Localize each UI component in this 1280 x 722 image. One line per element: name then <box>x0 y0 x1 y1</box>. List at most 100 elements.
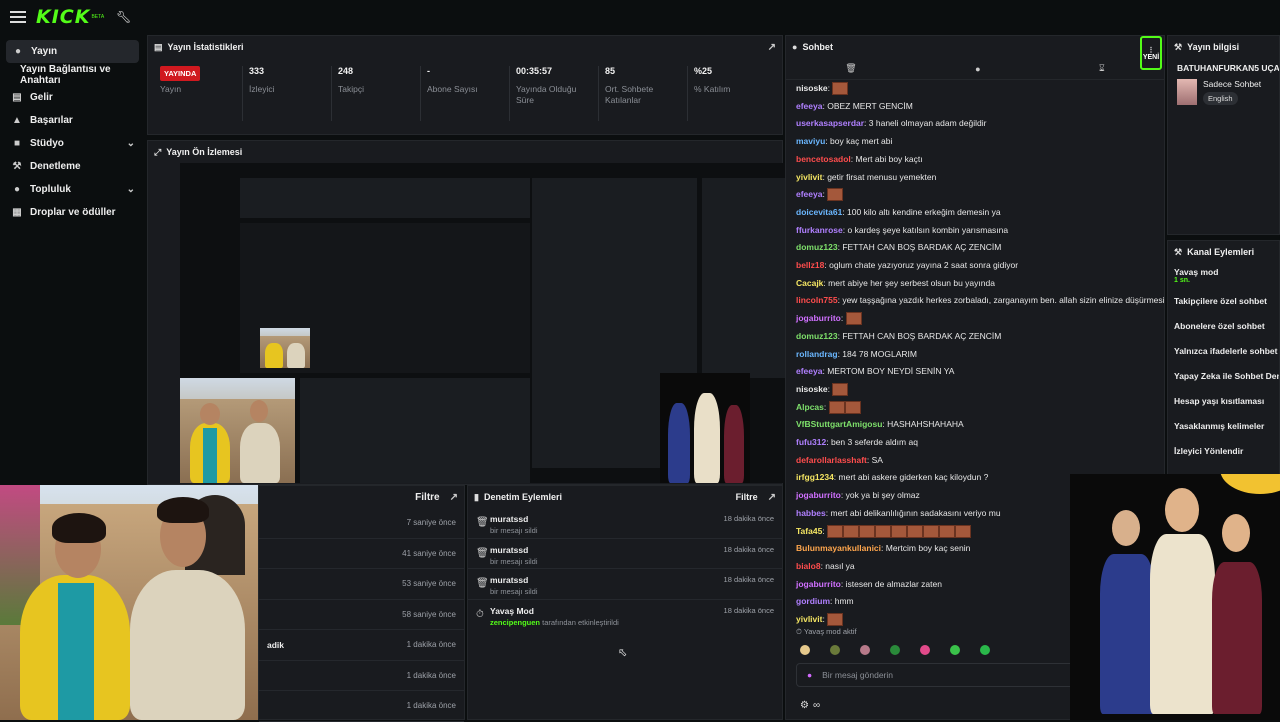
chat-username[interactable]: Bulunmayankullanici <box>796 543 881 553</box>
chat-text: SA <box>871 454 883 465</box>
sidebar-item-yayin[interactable]: ● Yayın <box>6 40 139 63</box>
chat-text: getir firsat menusu yemekten <box>827 171 937 182</box>
sidebar-item-basarilar[interactable]: ▲ Başarılar <box>0 109 147 132</box>
new-chat-button[interactable]: ⋮ YENİ <box>1140 36 1162 70</box>
action-ai-chat[interactable]: Yapay Zeka ile Sohbet Dene <box>1168 363 1279 388</box>
chat-username[interactable]: nisoske <box>796 83 828 93</box>
action-subscribers-only[interactable]: Abonelere özel sohbet <box>1168 313 1279 338</box>
chat-username[interactable]: bellz18 <box>796 260 824 270</box>
chat-username[interactable]: userkasapserdar <box>796 118 864 128</box>
emote-icon[interactable] <box>800 645 810 655</box>
expand-arrows-icon: ⤢ <box>154 146 162 157</box>
chat-username[interactable]: bialo8 <box>796 561 821 571</box>
stat-value: - <box>427 66 430 76</box>
microphone-icon[interactable]: ● <box>807 670 812 680</box>
chat-username[interactable]: habbes <box>796 508 826 518</box>
sidebar-item-topluluk[interactable]: ● Topluluk ⌄ <box>0 178 147 201</box>
chat-text: mert abiye her şey serbest olsun bu yayı… <box>828 277 995 288</box>
emote-icon[interactable] <box>860 645 870 655</box>
chevron-down-icon[interactable]: ⌄ <box>127 138 135 149</box>
chat-username[interactable]: gordium <box>796 596 830 606</box>
moderation-actions-panel: ▮ Denetim Eylemleri Filtre ↗ 🗑︎ muratssd… <box>467 485 783 720</box>
emote-icon[interactable] <box>890 645 900 655</box>
sidebar-item-stream-key[interactable]: Yayın Bağlantısı ve Anahtarı <box>0 63 147 86</box>
chat-username[interactable]: domuz123 <box>796 242 838 252</box>
sidebar-item-studyo[interactable]: ■ Stüdyo ⌄ <box>0 132 147 155</box>
person-maroon <box>1212 562 1262 714</box>
chat-username[interactable]: Alpcas <box>796 402 824 412</box>
speech-bubble-icon[interactable]: ● <box>975 64 980 74</box>
chat-username[interactable]: Tafa45 <box>796 526 822 536</box>
sidebar-item-denetleme[interactable]: ⚒ Denetleme <box>0 155 147 178</box>
filter-button[interactable]: Filtre <box>736 492 758 502</box>
panel-title: Sohbet <box>802 42 833 52</box>
action-account-age[interactable]: Hesap yaşı kısıtlaması <box>1168 388 1279 413</box>
chat-username[interactable]: irfgg1234 <box>796 472 834 482</box>
chat-username[interactable]: efeeya <box>796 366 822 376</box>
action-banned-words[interactable]: Yasaklanmış kelimeler <box>1168 413 1279 438</box>
emote-icon[interactable] <box>830 645 840 655</box>
action-host[interactable]: İzleyici Yönlendir <box>1168 438 1279 463</box>
chat-username[interactable]: fufu312 <box>796 437 826 447</box>
stream-preview-video[interactable] <box>180 163 785 483</box>
chat-username[interactable]: nisoske <box>796 384 828 394</box>
action-slow-mode[interactable]: Yavaş mod 1 sn. <box>1168 263 1279 288</box>
wrench-icon[interactable]: 🔧︎ <box>116 10 131 24</box>
shield-icon: ▮ <box>474 491 479 502</box>
chat-username[interactable]: jogaburrito <box>796 313 841 323</box>
chat-username[interactable]: bencetosadol <box>796 154 851 164</box>
stat-uptime: 00:35:57 Yayında Olduğu Süre <box>510 66 599 121</box>
category-name: Sadece Sohbet <box>1203 79 1262 89</box>
infinity-icon[interactable]: ∞ <box>813 700 820 711</box>
sidebar-item-label: Topluluk <box>30 184 71 195</box>
category: Sadece Sohbet English <box>1168 73 1279 111</box>
chat-message: domuz123: FETTAH CAN BOŞ BARDAK AÇ ZENCİ… <box>796 330 1002 341</box>
chat-toolbar: 🗑︎ ● ⌛︎ <box>786 58 1164 80</box>
chat-message: Cacajk: mert abiye her şey serbest olsun… <box>796 277 995 288</box>
broadcast-icon: ● <box>14 46 22 57</box>
emote-icon[interactable] <box>920 645 930 655</box>
settings-icon[interactable]: ⚙︎ <box>800 700 809 711</box>
beta-label: BETA <box>91 14 105 20</box>
emote-icon <box>828 400 845 414</box>
chat-text: OBEZ MERT GENCİM <box>827 100 913 111</box>
chat-username[interactable]: lincoln755 <box>796 295 838 305</box>
trash-icon[interactable]: 🗑︎ <box>845 63 856 74</box>
menu-icon[interactable] <box>10 11 26 23</box>
action-emote-only[interactable]: Yalnızca ifadelerle sohbet <box>1168 338 1279 363</box>
chat-username[interactable]: VfBStuttgartAmigosu <box>796 419 882 429</box>
photo-two-men <box>0 485 258 720</box>
chat-username[interactable]: jogaburrito <box>796 579 841 589</box>
chat-username[interactable]: efeeya <box>796 189 822 199</box>
emote-icon[interactable] <box>980 645 990 655</box>
chat-message: efeeya: <box>786 186 1164 204</box>
filter-button[interactable]: Filtre <box>415 492 439 503</box>
expand-icon[interactable]: ↗ <box>450 492 458 503</box>
chat-username[interactable]: efeeya <box>796 101 822 111</box>
chat-username[interactable]: Cacajk <box>796 278 823 288</box>
kick-logo[interactable]: KICK <box>36 6 90 28</box>
hourglass-icon[interactable]: ⌛︎ <box>1099 63 1105 74</box>
chat-username[interactable]: yivlivit <box>796 614 822 624</box>
sidebar-item-gelir[interactable]: ▤ Gelir <box>0 86 147 109</box>
gift-icon: ▦ <box>12 207 22 218</box>
sidebar-item-label: Başarılar <box>30 115 73 126</box>
sidebar-item-droplar[interactable]: ▦ Droplar ve ödüller <box>0 201 147 224</box>
chat-username[interactable]: jogaburrito <box>796 490 841 500</box>
chat-text: o kardeş şeye katılsın kombin yarısmasın… <box>847 224 1009 235</box>
chat-username[interactable]: defarollarlasshaft <box>796 455 867 465</box>
chat-username[interactable]: maviyu <box>796 136 825 146</box>
emote-icon[interactable] <box>950 645 960 655</box>
chat-username[interactable]: ffurkanrose <box>796 225 843 235</box>
panel-title: Yayın Ön İzlemesi <box>166 147 243 157</box>
chat-username[interactable]: domuz123 <box>796 331 838 341</box>
expand-icon[interactable]: ↗ <box>768 492 776 503</box>
chevron-down-icon[interactable]: ⌄ <box>127 184 135 195</box>
chat-message: ffurkanrose: o kardeş şeye katılsın komb… <box>796 224 1009 235</box>
list-item: 41 saniye önce <box>259 539 464 569</box>
chat-username[interactable]: yivlivit <box>796 172 822 182</box>
chat-username[interactable]: doicevita61 <box>796 207 842 217</box>
chat-username[interactable]: rollandrag <box>796 349 838 359</box>
action-followers-only[interactable]: Takipçilere özel sohbet <box>1168 288 1279 313</box>
expand-icon[interactable]: ↗ <box>768 42 776 53</box>
